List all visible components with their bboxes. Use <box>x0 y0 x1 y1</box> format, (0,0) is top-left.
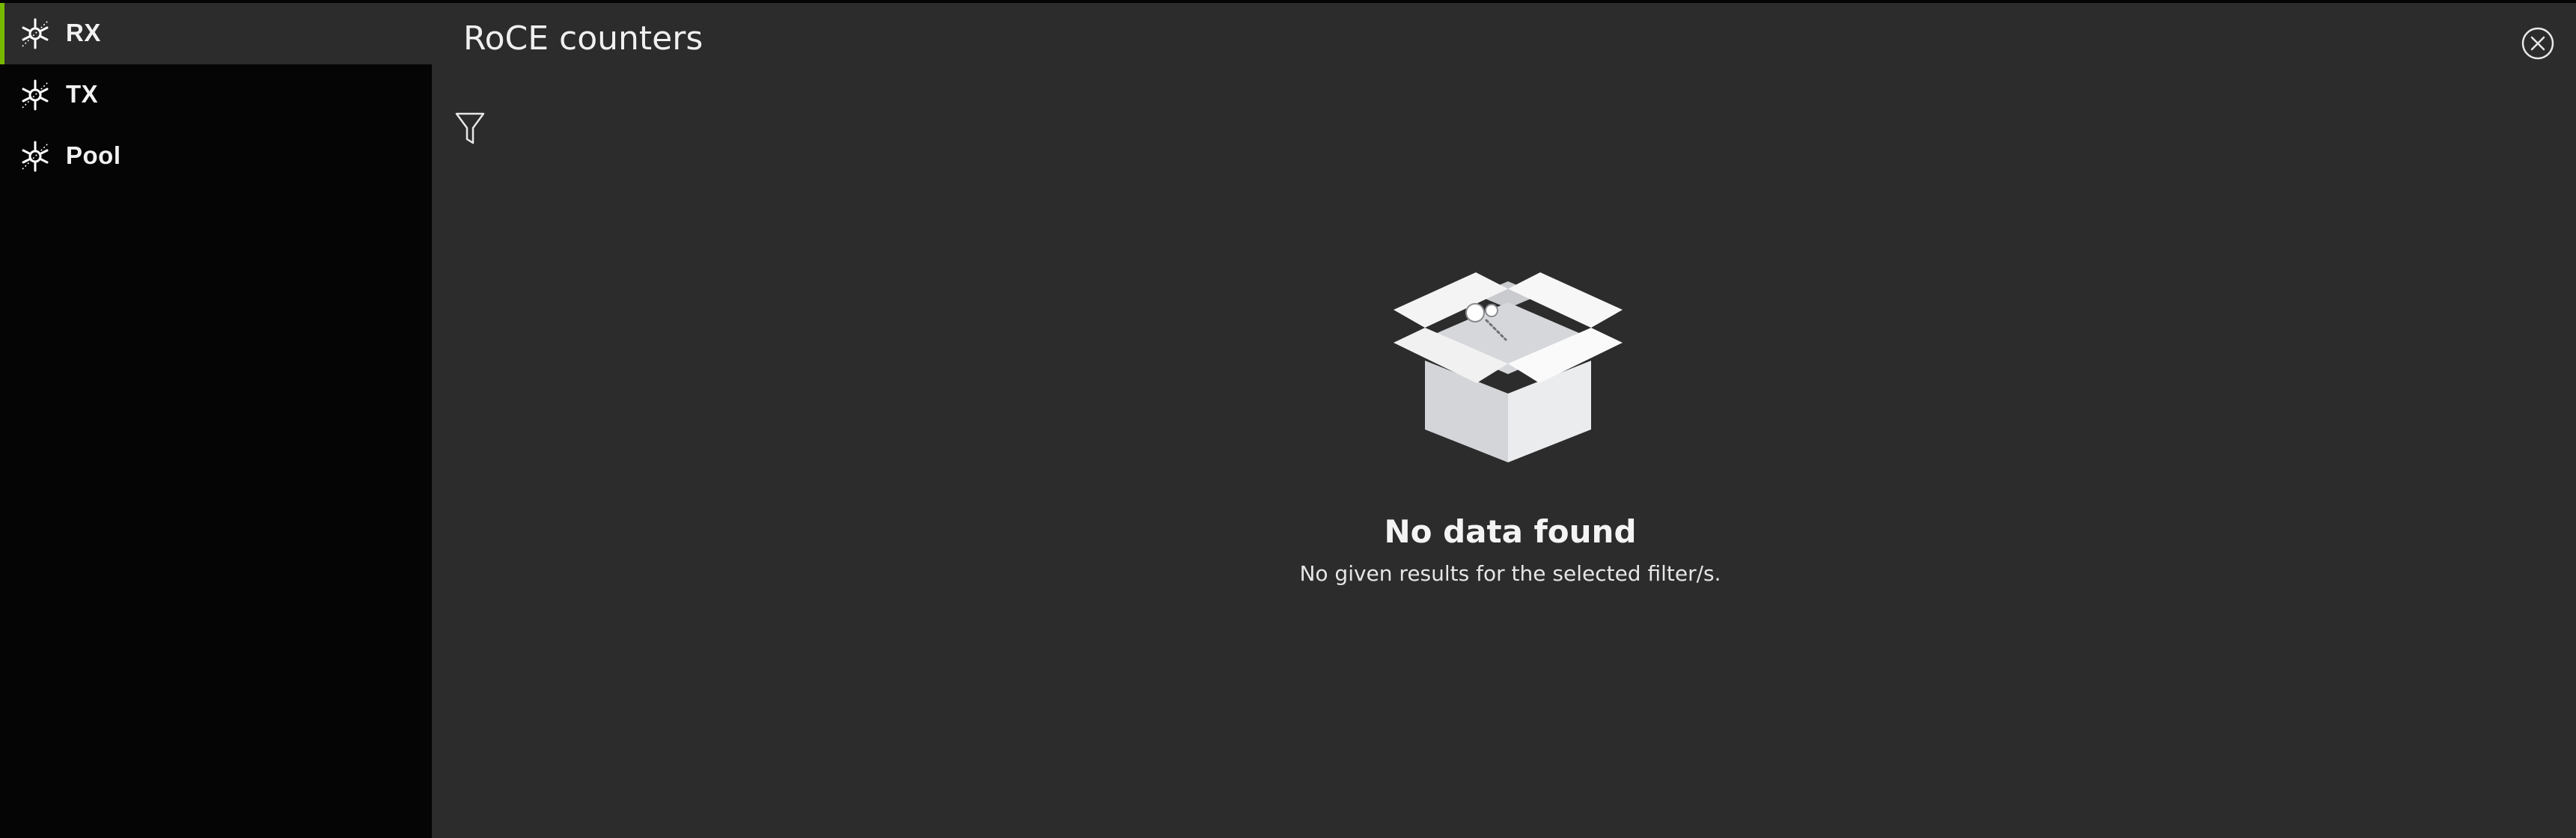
empty-box-icon <box>1394 272 1623 462</box>
counters-icon <box>22 18 49 49</box>
page-title: RoCE counters <box>463 19 703 58</box>
sidebar-item-label: Pool <box>66 141 121 170</box>
sidebar: RX TX Pool <box>0 3 432 838</box>
counters-icon <box>22 141 49 172</box>
sidebar-item-label: TX <box>66 80 99 108</box>
sidebar-item-pool[interactable]: Pool <box>0 126 432 187</box>
sidebar-item-label: RX <box>66 19 101 47</box>
empty-state-title: No data found <box>1384 513 1637 550</box>
sidebar-item-rx[interactable]: RX <box>0 3 432 64</box>
close-icon[interactable] <box>2521 26 2555 61</box>
counters-icon <box>22 79 49 111</box>
sidebar-item-tx[interactable]: TX <box>0 64 432 126</box>
empty-state-message: No given results for the selected filter… <box>1299 561 1721 586</box>
filter-icon[interactable] <box>454 111 486 147</box>
